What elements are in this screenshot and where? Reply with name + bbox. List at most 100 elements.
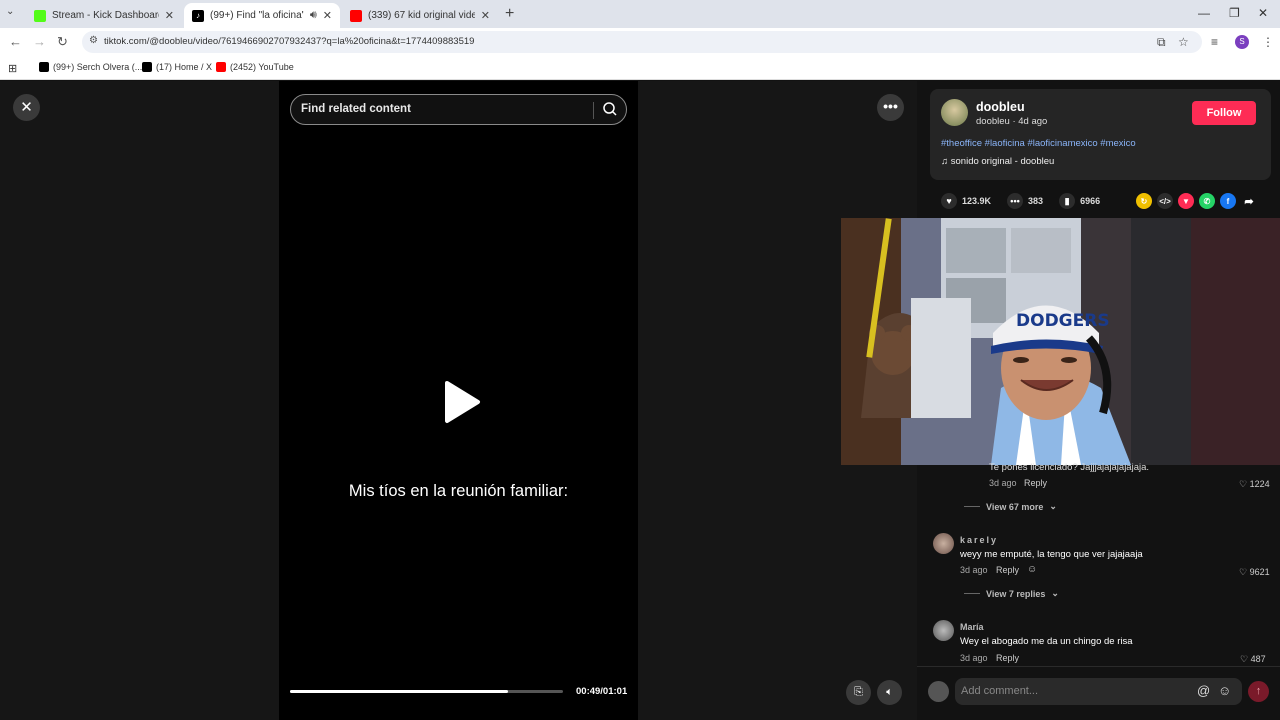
post-sound[interactable]: ♫ sonido original - doobleu (941, 156, 1054, 167)
browser-tab-youtube[interactable]: (339) 67 kid original video - Yo ✕ (342, 3, 498, 28)
more-options-icon[interactable]: ••• (877, 94, 904, 121)
user-avatar (928, 681, 949, 702)
comment-author[interactable]: karely (960, 535, 998, 545)
browser-tab-strip: ⌄ Stream - Kick Dashboard ✕ ♪ (99+) Find… (0, 0, 1280, 28)
video-caption: Mis tíos en la reunión familiar: (348, 482, 569, 500)
search-icon[interactable] (602, 101, 618, 122)
comment-like-button[interactable]: ♡ 487 (1240, 654, 1266, 665)
url-text: tiktok.com/@doobleu/video/76194669027079… (104, 36, 475, 47)
tiktok-icon (39, 62, 49, 72)
comment-date: 3d ago (960, 565, 988, 575)
reply-button[interactable]: Reply (996, 653, 1019, 663)
bookmark-icon: ▮ (1059, 193, 1076, 209)
volume-icon[interactable]: 🔈︎ (877, 680, 902, 705)
like-count: 123.9K (962, 196, 992, 206)
author-avatar[interactable] (941, 99, 968, 126)
bookmark-x[interactable]: (17) Home / X (142, 62, 212, 72)
mention-icon[interactable]: @ (1197, 683, 1210, 698)
comment-text: weyy me emputé, la tengo que ver jajajaa… (960, 549, 1143, 560)
comment-text: Wey el abogado me da un chingo de risa (960, 636, 1133, 647)
comment-button[interactable]: ••• 383 (1007, 193, 1043, 209)
bookmark-label: (2452) YouTube (230, 62, 294, 72)
author-username[interactable]: doobleu (976, 100, 1025, 114)
youtube-icon (216, 62, 226, 72)
comment-author[interactable]: María (960, 622, 984, 632)
back-icon[interactable]: ← (9, 34, 22, 49)
browser-tab-kick[interactable]: Stream - Kick Dashboard ✕ (26, 3, 182, 28)
forward-icon[interactable]: → (33, 34, 46, 49)
emoji-icon[interactable]: ☺ (1218, 683, 1231, 698)
save-count: 6966 (1080, 196, 1101, 206)
share-arrow-icon[interactable]: ➦ (1241, 193, 1257, 209)
reply-button[interactable]: Reply (1024, 478, 1047, 488)
x-logo-icon (142, 62, 152, 72)
window-close-icon[interactable]: ✕ (1258, 6, 1268, 20)
facebook-icon[interactable]: f (1220, 193, 1236, 209)
reply-button[interactable]: Reply (996, 565, 1019, 575)
view-more-replies-button[interactable]: View 67 more ⌄ (964, 501, 1057, 512)
like-button[interactable]: ♥ 123.9K (941, 193, 991, 209)
author-meta: doobleu · 4d ago (976, 116, 1048, 127)
comment-like-button[interactable]: ♡ 1224 (1239, 479, 1270, 490)
save-button[interactable]: ▮ 6966 (1059, 193, 1100, 209)
browser-menu-icon[interactable]: ⋮ (1262, 35, 1274, 49)
comment-icon: ••• (1007, 193, 1024, 209)
follow-button[interactable]: Follow (1192, 101, 1256, 125)
send-icon[interactable]: ▼ (1178, 193, 1194, 209)
comment-like-button[interactable]: ♡ 9621 (1239, 567, 1270, 578)
bookmark-youtube[interactable]: (2452) YouTube (216, 62, 294, 72)
kick-icon (34, 9, 46, 22)
bookmark-label: (17) Home / X (156, 62, 213, 72)
bookmark-tiktok[interactable]: (99+) Serch Olvera (... (39, 62, 142, 72)
close-tab-icon[interactable]: ✕ (323, 9, 332, 22)
progress-bar[interactable] (290, 690, 563, 693)
comment-text: Te pones licenciado? Jajjjajajajajajaja. (989, 462, 1150, 473)
play-icon[interactable] (443, 380, 481, 429)
address-bar[interactable]: ⚙ tiktok.com/@doobleu/video/761946690270… (82, 31, 1202, 53)
new-tab-icon[interactable]: + (505, 5, 514, 23)
commenter-avatar[interactable] (933, 620, 954, 641)
view-replies-label: View 7 replies (986, 588, 1046, 599)
view-replies-button[interactable]: View 7 replies ⌄ (964, 588, 1059, 599)
engagement-bar: ♥ 123.9K ••• 383 ▮ 6966 (941, 193, 1116, 209)
browser-toolbar: ← → ↻ ⚙ tiktok.com/@doobleu/video/761946… (0, 28, 1280, 56)
heart-icon: ♥ (941, 193, 957, 209)
bookmarks-bar: ⊞ (99+) Serch Olvera (... (17) Home / X … (0, 56, 1280, 80)
miniplayer-icon[interactable]: ⎘ (846, 680, 871, 705)
tab-search-icon[interactable]: ⌄ (6, 6, 14, 17)
search-divider (593, 102, 594, 119)
post-comment-button[interactable]: ↑ (1248, 681, 1269, 702)
comment-like-count: 9621 (1249, 567, 1270, 577)
site-info-icon[interactable]: ⚙ (89, 35, 98, 46)
creator-liked-badge: ☺ (1027, 564, 1038, 575)
close-tab-icon[interactable]: ✕ (481, 9, 490, 22)
share-row: ↻ </> ▼ ✆ f ➦ (1136, 193, 1257, 209)
comment-like-count: 1224 (1249, 479, 1270, 489)
youtube-icon (350, 9, 362, 22)
tab-title: (99+) Find "la oficina" on Tik (210, 10, 304, 21)
apps-grid-icon[interactable]: ⊞ (8, 62, 17, 75)
reload-icon[interactable]: ↻ (57, 34, 68, 50)
cap-text: DODGERS (1016, 311, 1110, 331)
media-control-icon[interactable]: ≡ (1211, 35, 1218, 49)
bookmark-label: (99+) Serch Olvera (... (53, 62, 143, 72)
repost-icon[interactable]: ↻ (1136, 193, 1152, 209)
webcam-overlay: DODGERS (841, 218, 1280, 465)
embed-icon[interactable]: </> (1157, 193, 1173, 209)
restore-icon[interactable]: ❐ (1229, 6, 1240, 20)
profile-avatar[interactable]: S (1235, 35, 1249, 49)
commenter-avatar[interactable] (933, 533, 954, 554)
post-hashtags[interactable]: #theoffice #laoficina #laoficinamexico #… (941, 138, 1136, 149)
install-app-icon[interactable]: ⧉ (1157, 35, 1166, 50)
bookmark-star-icon[interactable]: ☆ (1178, 35, 1189, 49)
tab-title: (339) 67 kid original video - Yo (368, 10, 475, 21)
comment-input[interactable]: Add comment... @ ☺ (955, 678, 1242, 705)
tab-title: Stream - Kick Dashboard (52, 10, 159, 21)
close-tab-icon[interactable]: ✕ (165, 9, 174, 22)
minimize-icon[interactable]: — (1198, 6, 1210, 20)
browser-tab-tiktok[interactable]: ♪ (99+) Find "la oficina" on Tik 🔊︎ ✕ (184, 3, 340, 28)
related-search-input[interactable]: Find related content (290, 94, 627, 125)
close-icon[interactable]: ✕ (13, 94, 40, 121)
speaker-icon[interactable]: 🔊︎ (310, 9, 317, 22)
whatsapp-icon[interactable]: ✆ (1199, 193, 1215, 209)
